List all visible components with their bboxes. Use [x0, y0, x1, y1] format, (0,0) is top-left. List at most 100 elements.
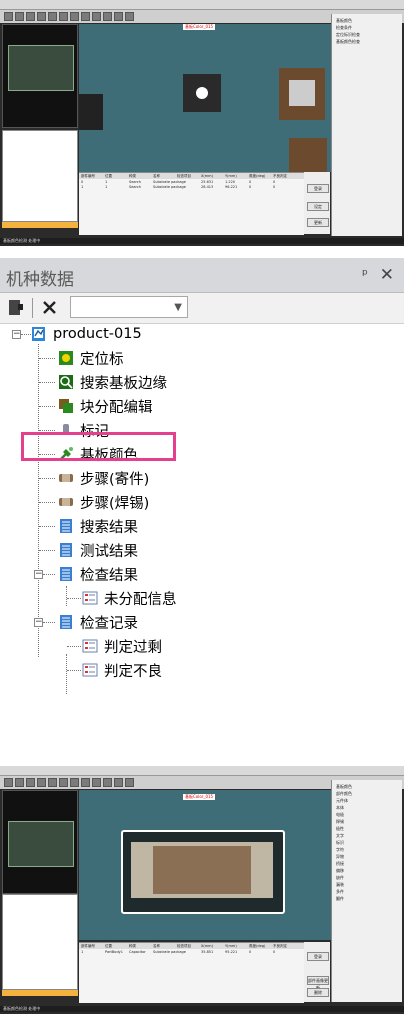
tree-item-block-edit[interactable]: 块分配编辑: [58, 396, 153, 416]
side-list-item[interactable]: 缺件: [336, 875, 344, 881]
filter-dropdown[interactable]: ▼: [70, 296, 188, 318]
side-list-item[interactable]: 基板颜色: [336, 18, 352, 24]
column-header[interactable]: X(mm): [201, 173, 213, 179]
model-tree-mini[interactable]: [2, 894, 78, 990]
toolbar-button[interactable]: [70, 12, 79, 21]
toolbar-button[interactable]: [59, 12, 68, 21]
column-header[interactable]: X(mm): [201, 943, 213, 949]
tree-item-test-result[interactable]: 测试结果: [58, 540, 138, 560]
column-header[interactable]: 名称: [153, 173, 160, 179]
toolbar-button[interactable]: [92, 12, 101, 21]
board-thumbnail[interactable]: [2, 24, 78, 128]
tree-item-step-solder[interactable]: 步骤(焊锡): [58, 492, 149, 512]
camera-view[interactable]: 基板Color_015: [79, 790, 331, 940]
toolbar-button[interactable]: [4, 12, 13, 21]
pin-icon[interactable]: ᵖ: [362, 267, 368, 283]
model-tree-mini[interactable]: [2, 130, 78, 222]
toolbar-button[interactable]: [114, 778, 123, 787]
side-list-item[interactable]: 焊锡: [336, 819, 344, 825]
side-list-item[interactable]: 漏装: [336, 882, 344, 888]
tree-item-inspect-log[interactable]: 检查记录: [58, 612, 138, 632]
toolbar-button[interactable]: [37, 778, 46, 787]
column-header[interactable]: 检查项目: [177, 173, 191, 179]
tree-item-search-result[interactable]: 搜索结果: [58, 516, 138, 536]
side-list-item[interactable]: 异物: [336, 854, 344, 860]
column-header[interactable]: 部件编号: [81, 943, 95, 949]
export-icon[interactable]: [8, 299, 24, 317]
column-header[interactable]: 角度(deg): [249, 173, 265, 179]
side-list-item[interactable]: 检查条件: [336, 25, 352, 31]
column-header[interactable]: Y(mm): [225, 173, 237, 179]
toolbar-button[interactable]: [59, 778, 68, 787]
side-list-item[interactable]: 元件体: [336, 798, 348, 804]
side-list-item[interactable]: 电极: [336, 812, 344, 818]
toolbar-button[interactable]: [70, 778, 79, 787]
update-button[interactable]: 更新: [307, 218, 329, 227]
results-table[interactable]: 部件编号 位置 种类 名称 检查项目 X(mm) Y(mm) 角度(deg) 不良判定 0 1 Se…: [79, 172, 304, 235]
table-row[interactable]: 1 1 Search Substrate package 28.413 96.221 0 0: [79, 185, 304, 190]
tree-item-edge-search[interactable]: 搜索基板边缘: [58, 372, 167, 392]
side-list-item[interactable]: 极性: [336, 826, 344, 832]
toolbar-button[interactable]: [92, 778, 101, 787]
toolbar-button[interactable]: [114, 12, 123, 21]
update-image-button[interactable]: 部件画像更新: [307, 976, 329, 990]
side-list-item[interactable]: 文字: [336, 833, 344, 839]
close-icon[interactable]: ✕: [380, 265, 394, 285]
column-header[interactable]: 检查项目: [177, 943, 191, 949]
collapse-toggle[interactable]: −: [34, 570, 43, 579]
delete-icon[interactable]: [42, 300, 57, 315]
column-header[interactable]: Y(mm): [225, 943, 237, 949]
side-list-item[interactable]: 翻件: [336, 896, 344, 902]
toolbar-button[interactable]: [26, 778, 35, 787]
settings-button[interactable]: 设定: [307, 202, 329, 211]
board-thumbnail[interactable]: [2, 790, 78, 894]
side-list-item[interactable]: 基板颜色检查: [336, 39, 360, 45]
toolbar-button[interactable]: [48, 778, 57, 787]
column-header[interactable]: 位置: [105, 173, 112, 179]
column-header[interactable]: 种类: [129, 943, 136, 949]
toolbar-button[interactable]: [103, 778, 112, 787]
toolbar-button[interactable]: [125, 12, 134, 21]
tree-item-judge-excess[interactable]: 判定过剩: [82, 636, 162, 656]
login-button[interactable]: 登录: [307, 184, 329, 193]
side-list-item[interactable]: 偏移: [336, 868, 344, 874]
column-header[interactable]: 种类: [129, 173, 136, 179]
tree-item-inspect-result[interactable]: 检查结果: [58, 564, 138, 584]
toolbar-button[interactable]: [81, 778, 90, 787]
column-header[interactable]: 角度(deg): [249, 943, 265, 949]
column-header[interactable]: 位置: [105, 943, 112, 949]
collapse-toggle[interactable]: −: [12, 330, 21, 339]
toolbar-button[interactable]: [15, 778, 24, 787]
tree-item-step-part[interactable]: 步骤(寄件): [58, 468, 149, 488]
column-header[interactable]: 不良判定: [273, 943, 287, 949]
side-list-item[interactable]: 桥接: [336, 861, 344, 867]
column-header[interactable]: 部件编号: [81, 173, 95, 179]
toolbar-button[interactable]: [125, 778, 134, 787]
toolbar-button[interactable]: [37, 12, 46, 21]
tree-item-fiducial[interactable]: 定位标: [58, 348, 124, 368]
side-list-item[interactable]: 基板颜色: [336, 784, 352, 790]
camera-view[interactable]: 基板Color_015: [79, 24, 331, 172]
toolbar-button[interactable]: [81, 12, 90, 21]
side-list-item[interactable]: 部件颜色: [336, 791, 352, 797]
column-header[interactable]: 不良判定: [273, 173, 287, 179]
table-row[interactable]: 1 PartBody1 Capacitor Substrate package 35.8…: [79, 950, 304, 955]
toolbar-button[interactable]: [103, 12, 112, 21]
side-list-item[interactable]: 多件: [336, 889, 344, 895]
collapse-toggle[interactable]: −: [34, 618, 43, 627]
tree-item-unassigned[interactable]: 未分配信息: [82, 588, 177, 608]
toolbar-button[interactable]: [15, 12, 24, 21]
side-list-item[interactable]: 标识: [336, 840, 344, 846]
side-list-item[interactable]: 本体: [336, 805, 344, 811]
toolbar-button[interactable]: [48, 12, 57, 21]
tree-root[interactable]: product-015: [31, 324, 142, 344]
login-button[interactable]: 登录: [307, 952, 329, 961]
results-table[interactable]: 部件编号 位置 种类 名称 检查项目 X(mm) Y(mm) 角度(deg) 不良判定 1 Par…: [79, 942, 304, 1003]
tree-item-judge-defect[interactable]: 判定不良: [82, 660, 162, 680]
side-list-item[interactable]: 字符: [336, 847, 344, 853]
side-list-item[interactable]: 定位标识检查: [336, 32, 360, 38]
toolbar-button[interactable]: [4, 778, 13, 787]
delete-button[interactable]: 删除: [307, 988, 329, 997]
column-header[interactable]: 名称: [153, 943, 160, 949]
toolbar-button[interactable]: [26, 12, 35, 21]
